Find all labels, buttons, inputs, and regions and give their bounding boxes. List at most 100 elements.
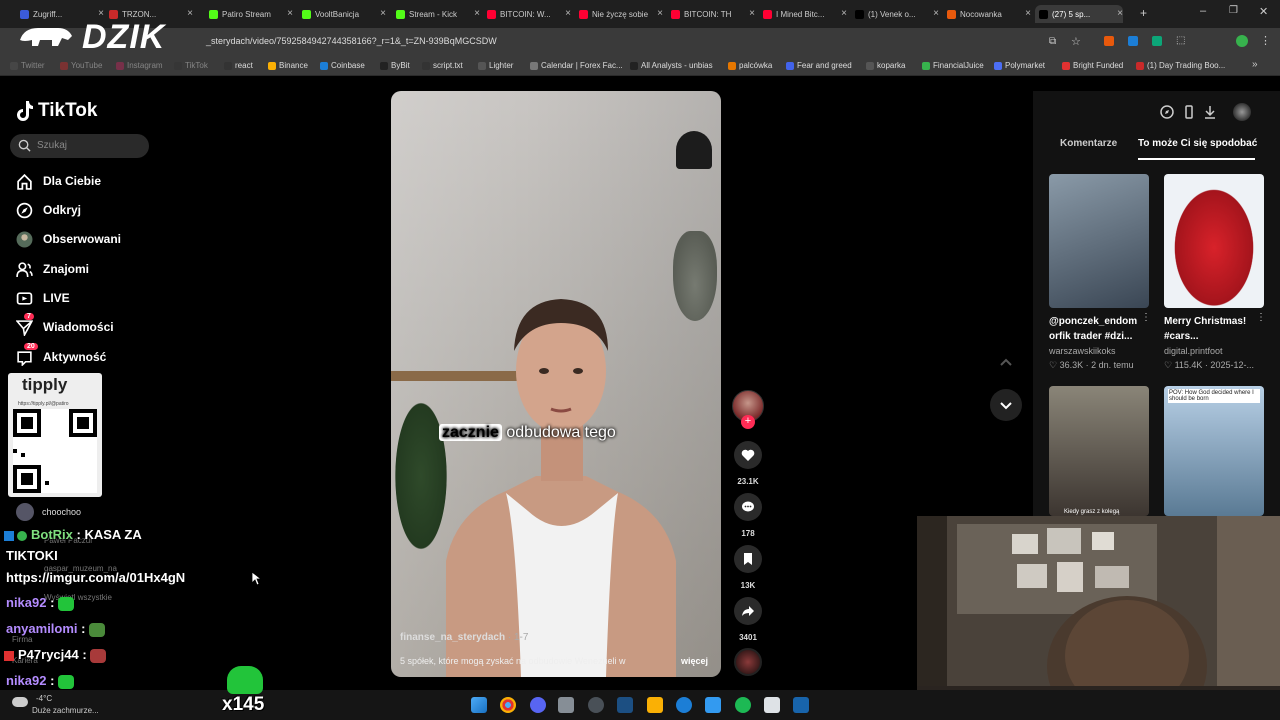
close-tab-icon[interactable]: × [841,8,847,19]
browser-tab[interactable]: Nie życzę sobie × [575,5,663,23]
extensions-puzzle-icon[interactable]: ⬚ [1176,35,1185,46]
more-options-icon[interactable]: ⋮ [1256,312,1266,323]
recommendation-thumbnail[interactable]: POV: How God decided where I should be b… [1164,386,1264,516]
menu-kebab-icon[interactable]: ⋮ [1260,34,1271,47]
browser-tab[interactable]: I Mined Bitc... × [759,5,847,23]
like-button[interactable] [734,441,762,469]
bookmark-item[interactable]: Twitter [10,61,45,70]
bookmark-item[interactable]: FinancialJuice [922,61,984,70]
more-bookmarks-icon[interactable]: » [1252,59,1258,70]
bookmark-item[interactable]: All Analysts - unbias [630,61,713,70]
bookmark-item[interactable]: TikTok [174,61,208,70]
close-tab-icon[interactable]: × [749,8,755,19]
browser-tab[interactable]: Patiro Stream × [205,5,293,23]
recommendation-title[interactable]: @ponczek_endom orfik trader #dzi... [1049,314,1144,344]
close-tab-icon[interactable]: × [933,8,939,19]
nav-item-friends[interactable]: Znajomi [16,259,89,279]
bookmark-item[interactable]: koparka [866,61,905,70]
bookmark-item[interactable]: Coinbase [320,61,365,70]
close-tab-icon[interactable]: × [287,8,293,19]
video-player[interactable]: zacznie odbudowa tego finanse_na_steryda… [391,91,721,677]
app-icon[interactable] [705,697,721,713]
nav-item-inbox[interactable]: Wiadomości 7 [16,313,114,337]
save-button[interactable] [734,545,762,573]
profile-avatar[interactable] [1236,35,1248,47]
recommendation-author[interactable]: warszawskiikoks [1049,346,1116,356]
windows-start-icon[interactable] [471,697,487,713]
recommendation-thumbnail[interactable] [1049,174,1149,308]
browser-tab[interactable]: VooltBanicja × [298,5,386,23]
url-field[interactable]: _sterydach/video/7592584942744358166?_r=… [206,36,497,46]
compass-icon[interactable] [1159,104,1175,120]
close-tab-icon[interactable]: × [1025,8,1031,19]
app-icon[interactable] [558,697,574,713]
nav-item-home[interactable]: Dla Ciebie [16,171,101,191]
close-tab-icon[interactable]: × [565,8,571,19]
search-input[interactable]: Szukaj [10,134,149,158]
bookmark-item[interactable]: react [224,61,253,70]
profile-avatar[interactable] [1233,103,1251,121]
bookmark-item[interactable]: Bright Funded [1062,61,1123,70]
steam-icon[interactable] [617,697,633,713]
tiktok-logo[interactable]: TikTok [16,100,97,122]
browser-tab[interactable]: BITCOIN: W... × [483,5,571,23]
more-link[interactable]: więcej [681,656,708,666]
video-author[interactable]: finanse_na_sterydach · 1-7 [400,632,528,643]
following-item[interactable]: choochoo [16,503,81,521]
extension-icon[interactable] [1128,36,1138,46]
folder-icon[interactable] [647,697,663,713]
bookmark-star-icon[interactable]: ☆ [1071,35,1081,48]
bookmark-item[interactable]: YouTube [60,61,102,70]
tab-comments[interactable]: Komentarze [1060,138,1117,149]
recommendation-author[interactable]: digital.printfoot [1164,346,1223,356]
extension-icon[interactable] [1152,36,1162,46]
browser-tab[interactable]: (27) 5 sp... × [1035,5,1123,23]
bookmark-item[interactable]: Polymarket [994,61,1045,70]
browser-tab[interactable]: BITCOIN: TH × [667,5,755,23]
bookmark-item[interactable]: Calendar | Forex Fac... [530,61,623,70]
tab-suggested[interactable]: To może Ci się spodobać [1138,138,1257,149]
browser-tab[interactable]: Nocowanka × [943,5,1031,23]
music-disc-icon[interactable] [734,648,762,676]
discord-icon[interactable] [530,697,546,713]
follow-plus-icon[interactable]: + [741,415,755,429]
close-tab-icon[interactable]: × [1117,8,1123,19]
recommendation-thumbnail[interactable] [1164,174,1264,308]
bookmark-item[interactable]: Instagram [116,61,163,70]
more-options-icon[interactable]: ⋮ [1141,312,1151,323]
close-tab-icon[interactable]: × [657,8,663,19]
share-button[interactable] [734,597,762,625]
recommendation-thumbnail[interactable] [1049,386,1149,516]
maximize-button[interactable]: ❐ [1229,5,1238,16]
chrome-icon[interactable] [500,697,516,713]
new-tab-button[interactable]: + [1140,6,1147,20]
previous-video-button[interactable] [990,347,1022,379]
bookmark-item[interactable]: Binance [268,61,308,70]
close-tab-icon[interactable]: × [187,8,193,19]
bookmark-item[interactable]: palcówka [728,61,772,70]
phone-icon[interactable] [1181,104,1197,120]
app-icon[interactable] [676,697,692,713]
browser-tab[interactable]: (1) Venek o... × [851,5,939,23]
next-video-button[interactable] [990,389,1022,421]
bookmark-item[interactable]: (1) Day Trading Boo... [1136,61,1225,70]
install-app-icon[interactable]: ⧉ [1049,36,1056,47]
nav-item-live[interactable]: LIVE [16,288,70,308]
bookmark-item[interactable]: Fear and greed [786,61,852,70]
minimize-button[interactable]: – [1200,5,1206,17]
comment-button[interactable] [734,493,762,521]
browser-tab[interactable]: Stream - Kick × [392,5,480,23]
extension-icon[interactable] [1104,36,1114,46]
bookmark-item[interactable]: ByBit [380,61,410,70]
recommendation-title[interactable]: Merry Christmas! #cars... [1164,314,1259,344]
obs-icon[interactable] [588,697,604,713]
app-icon[interactable] [793,697,809,713]
close-tab-icon[interactable]: × [474,8,480,19]
bookmark-item[interactable]: script.txt [422,61,463,70]
nav-item-activity[interactable]: Aktywność 20 [16,343,106,367]
spotify-icon[interactable] [735,697,751,713]
close-window-button[interactable]: ✕ [1259,5,1268,18]
nav-item-compass[interactable]: Odkryj [16,200,81,220]
nav-item-avatar[interactable]: Obserwowani [16,229,121,249]
bookmark-item[interactable]: Lighter [478,61,513,70]
